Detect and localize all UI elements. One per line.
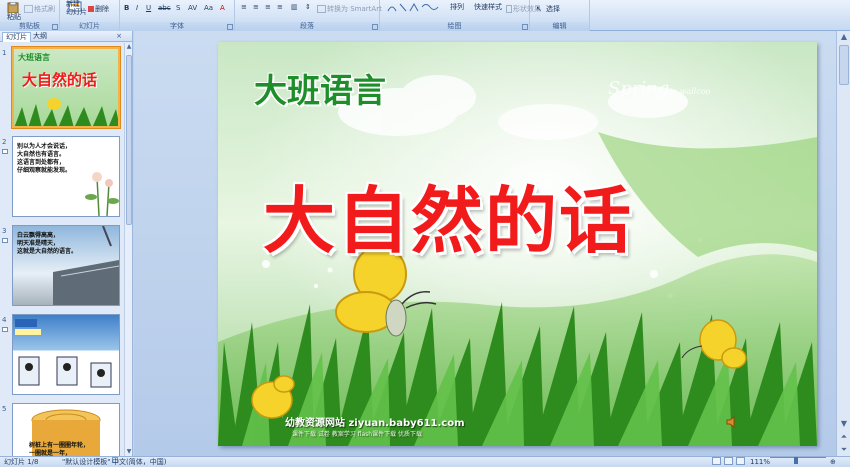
columns-icon[interactable]: ▥ — [291, 3, 298, 11]
font-group: B I U abc S AV Aa A 字体 — [120, 0, 235, 31]
underline-icon[interactable]: U — [146, 4, 151, 12]
scroll-thumb[interactable] — [126, 55, 132, 225]
scroll-up-icon[interactable]: ▲ — [125, 43, 133, 51]
animation-icon — [2, 149, 8, 154]
slide-counter: 幻灯片 1/8 — [4, 458, 39, 466]
tab-slides[interactable]: 幻灯片 — [2, 32, 31, 42]
group-label-paragraph: 段落 — [235, 22, 379, 31]
editing-group: ↖ 选择 编辑 — [530, 0, 590, 31]
convert-smartart-button[interactable]: 转换为 SmartArt — [317, 4, 382, 14]
thumb-building-illustration — [53, 226, 119, 305]
paste-button[interactable]: 粘贴 — [7, 12, 21, 22]
slide-thumbnail-1[interactable]: 大班语言 大自然的话 — [12, 47, 120, 128]
paragraph-launcher-icon[interactable] — [372, 24, 378, 30]
scroll-down-icon[interactable]: ▼ — [125, 448, 133, 456]
smartart-icon — [317, 5, 326, 13]
speaker-icon[interactable] — [726, 416, 738, 431]
drawing-group: 排列 快速样式 形状效果 绘图 — [380, 0, 541, 31]
delete-slide-button[interactable]: 删除 — [88, 4, 109, 14]
slides-panel: 幻灯片 大纲 × 1 大班语言 大自然的话 2 别以为人才会说话， 大自然也有语… — [0, 31, 133, 456]
thumb-grass-illustration — [14, 98, 118, 126]
effects-icon — [506, 5, 512, 13]
align-left-icon[interactable]: ≡ — [241, 3, 247, 11]
slide-scrollbar[interactable]: ▲ ▼ ⏶ ⏷ — [836, 31, 850, 456]
shapes-gallery-icon[interactable] — [386, 2, 446, 13]
current-slide[interactable]: 大班语言 Springin wallcoo 大自然的话 幼教资源网站 ziyua… — [218, 42, 817, 446]
align-center-icon[interactable]: ≡ — [253, 3, 259, 11]
change-case-icon[interactable]: Aa — [204, 4, 213, 12]
strikethrough-icon[interactable]: abc — [158, 4, 171, 12]
close-icon[interactable]: × — [116, 32, 122, 40]
next-slide-icon[interactable]: ⏷ — [837, 444, 850, 456]
paragraph-group: ≡ ≡ ≡ ≡ ▥ ⇕ 转换为 SmartArt 段落 — [235, 0, 382, 31]
slide-number: 2 — [2, 138, 7, 146]
group-label-slides: 幻灯片 — [60, 22, 119, 31]
tab-outline[interactable]: 大纲 — [30, 32, 50, 42]
thumb-ants-illustration — [15, 319, 112, 388]
thumbnail-scrollbar[interactable]: ▲ ▼ — [124, 43, 132, 456]
status-bar: 幻灯片 1/8 "默认设计模板" 中文(简体，中国) 111% ⊕ — [0, 456, 850, 467]
slide-number: 4 — [2, 316, 7, 324]
format-painter-button[interactable]: 格式刷 — [24, 4, 55, 14]
thumb-text: 树桩上有一圈圈年轮， 一圈就是一年， 这就是大自然的语言。 — [29, 442, 90, 456]
new-slide-button[interactable]: 新建 幻灯片 — [66, 0, 87, 16]
font-color-icon[interactable]: A — [220, 4, 225, 12]
slideshow-icon[interactable] — [736, 457, 745, 465]
font-launcher-icon[interactable] — [227, 24, 233, 30]
slides-group: 新建 幻灯片 删除 幻灯片 — [60, 0, 120, 31]
site-watermark-sub: 课件下载 试卷 教案学习 flash课件下载 优质下载 — [292, 431, 423, 438]
group-label-editing: 编辑 — [530, 22, 589, 31]
normal-view-icon[interactable] — [712, 457, 721, 465]
slide-thumbnails: 1 大班语言 大自然的话 2 别以为人才会说话， 大自然也有语言。 这语言到处都… — [0, 43, 124, 456]
select-button[interactable]: ↖ 选择 — [536, 4, 560, 14]
slide-title[interactable]: 大自然的话 — [263, 162, 633, 267]
panel-tabs: 幻灯片 大纲 × — [0, 31, 132, 42]
group-label-clipboard: 剪贴板 — [0, 22, 59, 31]
clipboard-launcher-icon[interactable] — [52, 24, 58, 30]
arrange-button[interactable]: 排列 — [450, 2, 464, 12]
slide-number: 3 — [2, 227, 7, 235]
text-direction-icon[interactable]: ⇕ — [305, 3, 311, 11]
previous-slide-icon[interactable]: ⏶ — [837, 431, 850, 443]
group-label-font: 字体 — [120, 22, 234, 31]
cursor-icon: ↖ — [536, 5, 542, 13]
scroll-up-icon[interactable]: ▲ — [837, 31, 850, 43]
slide-number: 1 — [2, 49, 7, 57]
slide-number: 5 — [2, 405, 7, 413]
italic-icon[interactable]: I — [136, 4, 138, 12]
scroll-down-icon[interactable]: ▼ — [837, 418, 850, 430]
char-spacing-icon[interactable]: AV — [188, 4, 197, 12]
animation-icon — [2, 238, 8, 243]
slide-thumbnail-4[interactable] — [12, 314, 120, 395]
clipboard-group: 粘贴 格式刷 剪贴板 — [0, 0, 60, 31]
animation-icon — [2, 327, 8, 332]
slide-sorter-icon[interactable] — [724, 457, 733, 465]
slide-thumbnail-2[interactable]: 别以为人才会说话， 大自然也有语言。 这语言到处都有， 仔细观察就能发现。 — [12, 136, 120, 217]
delete-icon — [88, 6, 94, 12]
justify-icon[interactable]: ≡ — [277, 3, 283, 11]
zoom-slider[interactable] — [770, 457, 826, 458]
group-label-drawing: 绘图 — [380, 22, 529, 31]
brush-icon — [24, 5, 33, 13]
zoom-slider-handle[interactable] — [794, 457, 798, 464]
thumb-flowers-illustration — [85, 172, 119, 216]
quick-styles-button[interactable]: 快速样式 — [474, 2, 502, 12]
spring-logo: Springin wallcoo — [608, 78, 711, 99]
bold-icon[interactable]: B — [124, 4, 129, 12]
ribbon: 粘贴 格式刷 剪贴板 新建 幻灯片 删除 幻灯片 B I U abc S AV … — [0, 0, 850, 31]
slide-thumbnail-5[interactable]: 树桩上有一圈圈年轮， 一圈就是一年， 这就是大自然的语言。 — [12, 403, 120, 456]
align-right-icon[interactable]: ≡ — [265, 3, 271, 11]
fit-window-icon[interactable]: ⊕ — [830, 457, 836, 467]
shadow-icon[interactable]: S — [176, 4, 180, 12]
slide-thumbnail-3[interactable]: 白云飘得高高， 明天准是晴天， 这就是大自然的语言。 — [12, 225, 120, 306]
theme-name[interactable]: "默认设计模板" — [62, 457, 110, 467]
drawing-launcher-icon[interactable] — [522, 24, 528, 30]
zoom-level[interactable]: 111% — [750, 457, 770, 467]
slide-subtitle[interactable]: 大班语言 — [254, 64, 386, 112]
site-watermark: 幼教资源网站 ziyuan.baby611.com — [285, 418, 465, 429]
scroll-thumb[interactable] — [839, 45, 849, 85]
